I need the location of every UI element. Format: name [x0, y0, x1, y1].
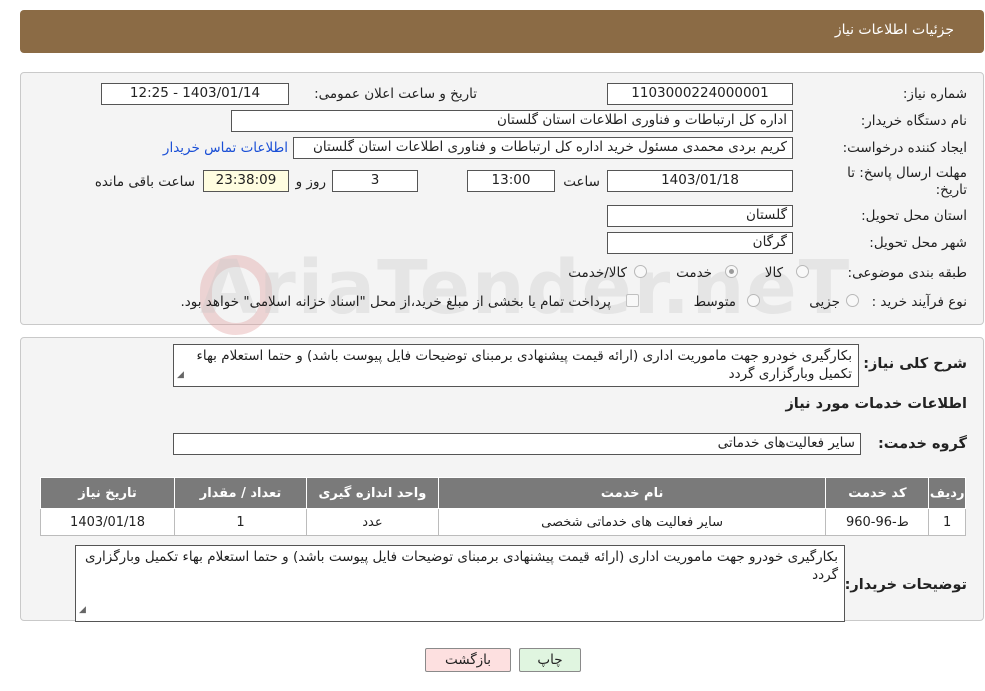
service-group-field: سایر فعالیت‌های خدماتی — [173, 433, 861, 455]
process-label: نوع فرآیند خرید : — [871, 294, 967, 310]
services-table: ردیف کد خدمت نام خدمت واحد اندازه گیری ت… — [39, 477, 966, 536]
time-label: ساعت — [563, 174, 600, 190]
creator-label: ایجاد کننده درخواست: — [842, 140, 967, 156]
days-field: 3 — [332, 170, 418, 192]
col-header-code: کد خدمت — [825, 477, 930, 509]
resize-handle-icon[interactable]: ◢ — [79, 601, 86, 619]
back-button[interactable]: بازگشت — [425, 648, 511, 672]
city-label: شهر محل تحویل: — [869, 235, 967, 251]
buyer-org-label: نام دستگاه خریدار: — [860, 113, 967, 129]
services-section-title: اطلاعات خدمات مورد نیاز — [785, 396, 967, 412]
summary-label: شرح کلی نیاز: — [863, 356, 967, 372]
cell-row-number: 1 — [928, 508, 966, 536]
print-button[interactable]: چاپ — [519, 648, 581, 672]
buyer-notes-label: توضیحات خریدار: — [844, 577, 967, 593]
payment-note: پرداخت تمام یا بخشی از مبلغ خرید،از محل … — [180, 294, 611, 310]
category-option-goods-service: کالا/خدمت — [568, 265, 627, 281]
announce-label: تاریخ و ساعت اعلان عمومی: — [314, 86, 477, 102]
province-field: گلستان — [607, 205, 793, 227]
col-header-row-number: ردیف — [928, 477, 966, 509]
process-option-medium: متوسط — [693, 294, 736, 310]
category-radio-goods[interactable] — [796, 265, 809, 278]
buyer-notes-text: بکارگیری خودرو جهت ماموریت اداری (ارائه … — [84, 549, 838, 583]
deadline-label: مهلت ارسال پاسخ: تا تاریخ: — [847, 165, 967, 198]
province-label: استان محل تحویل: — [861, 208, 967, 224]
announce-field: 1403/01/14 - 12:25 — [101, 83, 289, 105]
remaining-time-field: 23:38:09 — [203, 170, 289, 192]
days-label: روز و — [295, 174, 326, 190]
remaining-label: ساعت باقی مانده — [94, 174, 195, 190]
city-field: گرگان — [607, 232, 793, 254]
service-group-label: گروه خدمت: — [877, 436, 967, 452]
category-label: طبقه بندی موضوعی: — [847, 265, 967, 281]
process-radio-minor[interactable] — [846, 294, 859, 307]
cell-quantity: 1 — [174, 508, 307, 536]
category-option-service: خدمت — [676, 265, 712, 281]
process-option-minor: جزیی — [809, 294, 840, 310]
deadline-date-field: 1403/01/18 — [607, 170, 793, 192]
cell-code: ط-96-960 — [825, 508, 930, 536]
cell-date: 1403/01/18 — [39, 508, 176, 536]
creator-field: کریم بردی محمدی مسئول خرید اداره کل ارتب… — [293, 137, 793, 159]
table-header-row: ردیف کد خدمت نام خدمت واحد اندازه گیری ت… — [39, 477, 966, 509]
col-header-unit: واحد اندازه گیری — [305, 477, 439, 509]
cell-unit: عدد — [305, 508, 439, 536]
page-title: جزئیات اطلاعات نیاز — [834, 22, 954, 38]
need-number-field: 1103000224000001 — [607, 83, 793, 105]
summary-text: بکارگیری خودرو جهت ماموریت اداری (ارائه … — [196, 348, 852, 382]
payment-checkbox[interactable] — [626, 294, 639, 307]
category-radio-goods-service[interactable] — [634, 265, 647, 278]
contact-info-link[interactable]: اطلاعات تماس خریدار — [163, 140, 288, 156]
col-header-name: نام خدمت — [437, 477, 827, 509]
summary-textarea[interactable]: بکارگیری خودرو جهت ماموریت اداری (ارائه … — [173, 344, 859, 387]
table-row: 1 ط-96-960 سایر فعالیت های خدماتی شخصی ع… — [39, 508, 966, 536]
col-header-quantity: تعداد / مقدار — [174, 477, 307, 509]
resize-handle-icon[interactable]: ◢ — [177, 366, 184, 384]
deadline-time-field: 13:00 — [467, 170, 555, 192]
process-radio-medium[interactable] — [747, 294, 760, 307]
cell-name: سایر فعالیت های خدماتی شخصی — [437, 508, 827, 536]
page-header: جزئیات اطلاعات نیاز — [20, 10, 984, 53]
category-radio-service[interactable] — [725, 265, 738, 278]
buyer-notes-textarea[interactable]: بکارگیری خودرو جهت ماموریت اداری (ارائه … — [75, 545, 845, 622]
buyer-org-field: اداره کل ارتباطات و فناوری اطلاعات استان… — [231, 110, 793, 132]
category-option-goods: کالا — [764, 265, 783, 281]
col-header-date: تاریخ نیاز — [39, 477, 176, 509]
need-number-label: شماره نیاز: — [902, 86, 967, 102]
